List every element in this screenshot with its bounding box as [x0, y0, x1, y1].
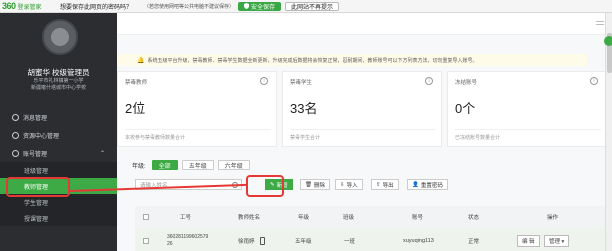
- save-password-hint: （若您使用网吧等公共电脑不建议保存）: [144, 3, 235, 10]
- stat-card-desc: 本校参与禁毒教师数量合计: [125, 129, 271, 141]
- grade-filter: 年级: 全部 五年级 六年级: [132, 160, 254, 170]
- col-account: 账号: [412, 215, 424, 221]
- sidebar-subitem-classes[interactable]: 班级管理: [0, 162, 117, 178]
- row-id-line-1: 360281199602579: [167, 233, 209, 240]
- col-actions: 操作: [547, 215, 559, 221]
- col-grade: 年级: [298, 215, 310, 221]
- sidebar-item-accounts[interactable]: 账号管理 ⌃: [0, 144, 117, 162]
- user-icon: 👤: [412, 181, 419, 188]
- row-id: 360281199602579 26: [167, 234, 208, 248]
- menu-icon[interactable]: [596, 21, 604, 25]
- import-icon: ⇩: [340, 181, 345, 188]
- col-class: 班级: [343, 215, 355, 221]
- edit-button[interactable]: 编 辑: [517, 234, 540, 247]
- info-icon[interactable]: i: [260, 77, 268, 85]
- notice-text: 系统五级平台升级，禁毒教师、禁毒学生数据全新更新，升级完成后数据将会恢复正常，忍…: [147, 57, 478, 64]
- col-status: 状态: [468, 215, 480, 221]
- logo-text: 登录管家: [17, 4, 42, 11]
- stat-cards: 禁毒教师 i 2位 本校参与禁毒教师数量合计 禁毒学生 i 33名 禁毒学生合计…: [117, 71, 612, 147]
- sidebar-menu: 消息管理 资源中心管理 账号管理 ⌃ 班级管理 教师管理 学生管理 授课管理: [0, 108, 117, 226]
- manage-label: 管理: [549, 238, 561, 245]
- sidebar-item-label: 资源中心管理: [23, 133, 60, 140]
- phone-icon[interactable]: [260, 236, 265, 245]
- chevron-down-icon: ▾: [561, 238, 565, 245]
- stat-card-title: 禁毒教师: [125, 80, 148, 86]
- secure-save-label: 安全保存: [251, 4, 276, 11]
- stat-card-desc: 已冻结账号数量合计: [455, 129, 601, 141]
- tab-grade-6[interactable]: 六年级: [217, 160, 250, 170]
- stat-card-title: 禁毒学生: [290, 80, 313, 86]
- table-header: 工号 教师姓名 年级 班级 账号 状态 操作: [135, 206, 612, 228]
- annotation-box-teachers: [6, 177, 70, 197]
- logo: 360 登录管家: [0, 1, 58, 11]
- row-account: xuyuqing113: [403, 237, 434, 244]
- stat-card-students: 禁毒学生 i 33名 禁毒学生合计: [282, 71, 442, 147]
- row-checkbox[interactable]: [143, 237, 149, 244]
- reset-password-button[interactable]: 👤 重置密码: [407, 179, 448, 190]
- notice-banner: 🔔 系统五级平台升级，禁毒教师、禁毒学生数据全新更新，升级完成后数据将会恢复正常…: [117, 54, 587, 66]
- tab-grade-5[interactable]: 五年级: [181, 160, 214, 170]
- row-status: 正常: [468, 238, 480, 245]
- tab-all-grades[interactable]: 全部: [151, 160, 178, 170]
- teacher-table: 工号 教师姓名 年级 班级 账号 状态 操作 360281199602579 2…: [135, 206, 612, 251]
- stat-card-value: 33名: [290, 101, 318, 116]
- never-remind-button[interactable]: 此网站不再提示: [285, 1, 340, 11]
- export-button[interactable]: ⇧ 导出: [371, 179, 399, 190]
- col-id: 工号: [180, 215, 192, 221]
- export-label: 导出: [382, 182, 394, 189]
- school-line-2: 新疆喀什塔城市中心学校: [30, 85, 86, 91]
- select-all-checkbox[interactable]: [143, 214, 149, 220]
- password-save-bar: 360 登录管家 想要保存此网页的密码吗？ （若您使用网吧等公共电脑不建议保存）…: [0, 0, 612, 13]
- sidebar-item-label: 账号管理: [23, 151, 48, 158]
- import-button[interactable]: ⇩ 导入: [335, 179, 363, 190]
- export-icon: ⇧: [376, 181, 381, 188]
- school-line-1: 乐平市礼林镇第一小学: [33, 78, 84, 84]
- annotation-box-add: [246, 175, 284, 197]
- info-icon[interactable]: i: [590, 77, 598, 85]
- chevron-up-icon: ⌃: [99, 150, 105, 157]
- delete-label: 删除: [313, 182, 325, 189]
- stat-card-frozen: 冻结账号 i 0个 已冻结账号数量合计: [447, 71, 607, 147]
- logo-number: 360: [2, 1, 16, 11]
- stat-card-value: 2位: [125, 101, 146, 116]
- grade-filter-label: 年级:: [132, 163, 146, 170]
- save-password-question: 想要保存此网页的密码吗？: [60, 4, 133, 11]
- reset-password-label: 重置密码: [420, 182, 443, 189]
- row-id-line-2: 26: [167, 240, 173, 247]
- import-label: 导入: [346, 182, 358, 189]
- resource-icon: [12, 131, 19, 139]
- top-header: [117, 13, 612, 35]
- row-grade: 五年级: [295, 238, 312, 245]
- account-icon: [12, 149, 19, 157]
- message-icon: [12, 113, 19, 121]
- user-school: 乐平市礼林镇第一小学 新疆喀什塔城市中心学校: [0, 78, 117, 92]
- stat-card-teachers: 禁毒教师 i 2位 本校参与禁毒教师数量合计: [117, 71, 277, 147]
- manage-dropdown[interactable]: 管理 ▾: [544, 234, 570, 247]
- table-row[interactable]: 360281199602579 26 徐雨婷 五年级 一班 xuyuqing11…: [135, 228, 612, 251]
- sidebar-item-label: 消息管理: [23, 115, 48, 122]
- stat-card-value: 0个: [455, 101, 476, 116]
- floating-action-icon[interactable]: [604, 36, 612, 46]
- secure-save-button[interactable]: 安全保存: [238, 1, 282, 11]
- user-name: 胡蜜华 校级管理员: [27, 68, 90, 77]
- main-content: 🔔 系统五级平台升级，禁毒教师、禁毒学生数据全新更新，升级完成后数据将会恢复正常…: [117, 13, 612, 251]
- row-class: 一班: [344, 238, 356, 245]
- sidebar: 胡蜜华 校级管理员 乐平市礼林镇第一小学 新疆喀什塔城市中心学校 消息管理 资源…: [0, 13, 117, 251]
- col-name: 教师姓名: [238, 215, 261, 221]
- sidebar-subitem-lessons[interactable]: 授课管理: [0, 210, 117, 226]
- sidebar-item-messages[interactable]: 消息管理: [0, 108, 117, 126]
- scrollbar[interactable]: [605, 13, 612, 251]
- trash-icon: 🗑: [305, 181, 312, 188]
- delete-button[interactable]: 🗑 删除: [300, 179, 330, 190]
- stat-card-desc: 禁毒学生合计: [290, 129, 436, 141]
- info-icon[interactable]: i: [425, 77, 433, 85]
- sidebar-item-resources[interactable]: 资源中心管理: [0, 126, 117, 144]
- avatar[interactable]: [42, 19, 78, 55]
- row-name: 徐雨婷: [238, 238, 255, 245]
- bell-icon: 🔔: [137, 57, 145, 64]
- shield-icon: [244, 3, 250, 9]
- stat-card-title: 冻结账号: [455, 80, 478, 86]
